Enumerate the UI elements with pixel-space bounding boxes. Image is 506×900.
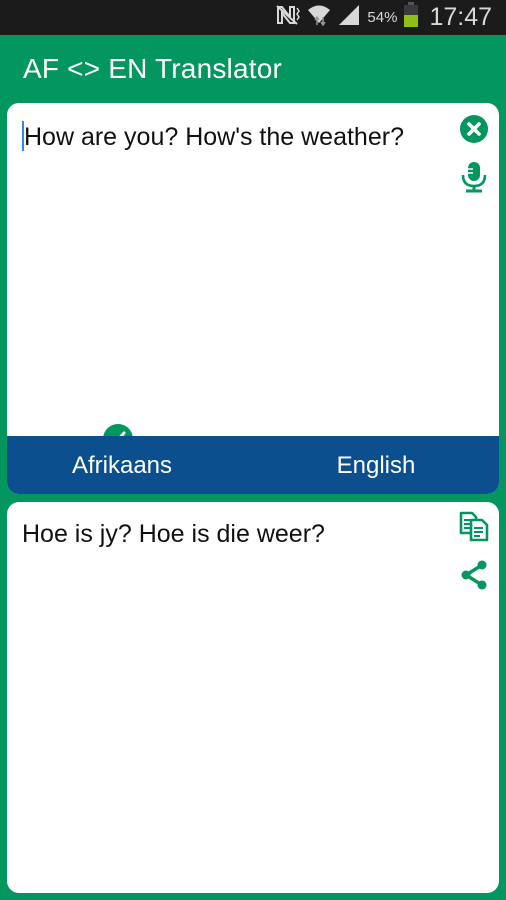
signal-icon (337, 4, 361, 31)
battery-icon (403, 2, 419, 33)
input-card: How are you? How's the weather? Afrikaan… (7, 103, 499, 494)
source-text: How are you? How's the weather? (24, 123, 404, 151)
battery-percent: 54% (367, 9, 398, 26)
copy-icon (458, 511, 490, 546)
language-label-source: Afrikaans (71, 452, 173, 479)
microphone-button[interactable] (460, 161, 488, 198)
share-button[interactable] (459, 560, 489, 595)
clock: 17:47 (429, 3, 492, 31)
wifi-icon (307, 3, 331, 32)
microphone-icon (460, 162, 488, 197)
language-bar: Afrikaans English (7, 436, 499, 494)
app-bar: AF <> EN Translator (0, 35, 506, 102)
share-icon (459, 560, 489, 594)
nfc-icon (275, 4, 301, 31)
translated-text: Hoe is jy? Hoe is die weer? (22, 520, 325, 548)
output-card: Hoe is jy? Hoe is die weer? (7, 502, 499, 893)
language-label-target: English (336, 452, 416, 479)
language-option-afrikaans[interactable]: Afrikaans (7, 436, 245, 494)
clear-button[interactable] (459, 114, 489, 149)
language-option-english[interactable]: English (253, 436, 499, 494)
close-circle-icon (459, 115, 489, 148)
source-text-input[interactable]: How are you? How's the weather? (22, 121, 444, 152)
status-bar: 54% 17:47 (0, 0, 506, 35)
status-bar-right: 54% 17:47 (275, 0, 492, 35)
copy-button[interactable] (458, 510, 490, 547)
app-title: AF <> EN Translator (23, 53, 283, 84)
